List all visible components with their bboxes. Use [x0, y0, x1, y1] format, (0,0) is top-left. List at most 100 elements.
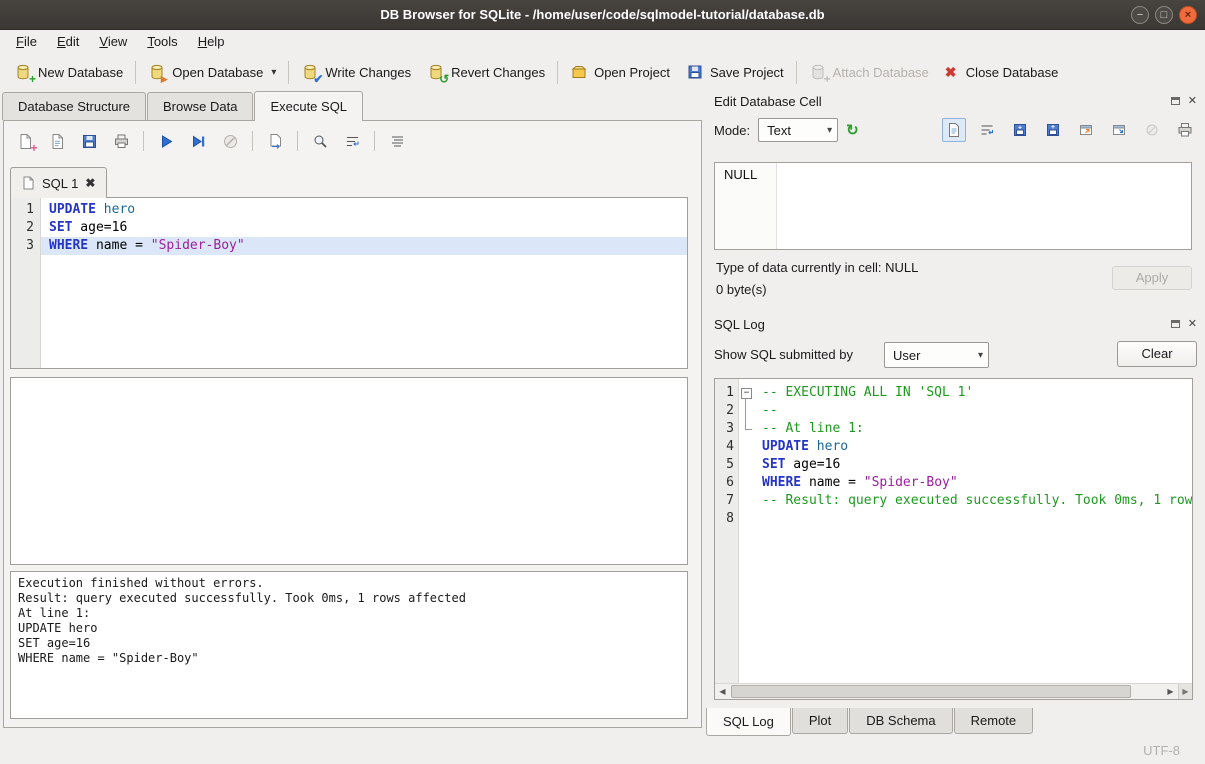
code-text: UPDATE hero — [754, 438, 1192, 456]
line-number: 1 — [11, 201, 41, 219]
save-project-label: Save Project — [710, 65, 784, 80]
sql-editor-tab[interactable]: SQL 1 ✖ — [10, 167, 107, 198]
tab-execute-sql[interactable]: Execute SQL — [254, 91, 363, 121]
write-changes-button[interactable]: ✔ Write Changes — [293, 58, 419, 86]
code-text: -- EXECUTING ALL IN 'SQL 1' — [754, 384, 1192, 402]
close-button[interactable]: × — [1179, 6, 1197, 24]
edit-cell-title: Edit Database Cell — [714, 94, 1171, 109]
find-button[interactable] — [307, 128, 333, 154]
execute-all-icon — [158, 133, 175, 150]
execute-current-line-button[interactable] — [185, 128, 211, 154]
code-line: 8 — [715, 510, 1192, 528]
fold-marker-icon[interactable] — [739, 384, 754, 402]
main-tab-bar: Database Structure Browse Data Execute S… — [2, 90, 364, 120]
open-database-button[interactable]: ► Open Database ▾ — [140, 58, 284, 86]
save-project-button[interactable]: Save Project — [678, 58, 792, 86]
toolbar-separator — [297, 131, 298, 151]
tab-remote[interactable]: Remote — [954, 708, 1034, 734]
mode-select[interactable]: Text ▾ — [758, 118, 838, 142]
stop-execution-button — [217, 128, 243, 154]
open-database-label: Open Database — [172, 65, 263, 80]
menu-file[interactable]: File — [6, 30, 47, 54]
edit-cell-toolbar-row: Mode: Text ▾ ↻ — [714, 117, 1197, 143]
open-project-label: Open Project — [594, 65, 670, 80]
code-line: 3-- At line 1: — [715, 420, 1192, 438]
statusbar: UTF-8 — [0, 736, 1205, 764]
code-line: 7-- Result: query executed successfully.… — [715, 492, 1192, 510]
toolbar-separator — [135, 61, 136, 84]
revert-changes-icon: ↺ — [427, 63, 445, 81]
line-number: 2 — [11, 219, 41, 237]
tab-plot[interactable]: Plot — [792, 708, 848, 734]
print-sql-button[interactable] — [108, 128, 134, 154]
code-text: -- At line 1: — [754, 420, 1192, 438]
save-sql-file-button[interactable] — [76, 128, 102, 154]
menu-help[interactable]: Help — [188, 30, 235, 54]
export-cell-button[interactable] — [1041, 118, 1065, 142]
tab-db-schema[interactable]: DB Schema — [849, 708, 952, 734]
import-cell-button[interactable] — [1008, 118, 1032, 142]
text-mode-button[interactable] — [942, 118, 966, 142]
tab-database-structure[interactable]: Database Structure — [2, 92, 146, 120]
clear-log-button[interactable]: Clear — [1117, 341, 1197, 367]
save-sql-file-icon — [81, 133, 98, 150]
export-results-button[interactable] — [262, 128, 288, 154]
close-dock-icon[interactable]: ✕ — [1188, 319, 1197, 329]
close-tab-icon[interactable]: ✖ — [85, 176, 95, 190]
minimize-button[interactable]: − — [1131, 6, 1149, 24]
float-dock-icon[interactable] — [1171, 320, 1180, 328]
fold-column — [739, 402, 754, 420]
printer-icon — [1177, 122, 1193, 138]
open-project-button[interactable]: Open Project — [562, 58, 678, 86]
format-sql-button[interactable] — [384, 128, 410, 154]
word-wrap-button[interactable] — [339, 128, 365, 154]
float-dock-icon[interactable] — [1171, 97, 1180, 105]
menu-view[interactable]: View — [89, 30, 137, 54]
code-text: -- — [754, 402, 1192, 420]
word-wrap-cell-button[interactable] — [975, 118, 999, 142]
print-cell-button[interactable] — [1173, 118, 1197, 142]
scroll-left-icon[interactable]: ◀ — [715, 684, 730, 699]
maximize-button[interactable]: □ — [1155, 6, 1173, 24]
close-database-button[interactable]: ✖ Close Database — [937, 58, 1067, 86]
new-sql-tab-button[interactable]: + — [12, 128, 38, 154]
submitted-by-select[interactable]: User ▾ — [884, 342, 989, 368]
revert-changes-button[interactable]: ↺ Revert Changes — [419, 58, 553, 86]
scroll-right-icon[interactable]: ▶ — [1163, 684, 1178, 699]
fold-column — [739, 474, 754, 492]
code-text: WHERE name = "Spider-Boy" — [754, 474, 1192, 492]
menu-edit[interactable]: Edit — [47, 30, 89, 54]
tab-sql-log[interactable]: SQL Log — [706, 708, 791, 736]
chevron-down-icon[interactable]: ▾ — [271, 67, 276, 78]
menu-tools[interactable]: Tools — [137, 30, 187, 54]
new-database-button[interactable]: + New Database — [6, 58, 131, 86]
results-grid[interactable] — [10, 377, 688, 565]
sql-editor[interactable]: 1UPDATE hero2SET age=163WHERE name = "Sp… — [10, 197, 688, 369]
auto-format-icon[interactable]: ↻ — [846, 121, 859, 139]
scrollbar-thumb[interactable] — [731, 685, 1131, 698]
code-line: 2SET age=16 — [11, 219, 687, 237]
close-dock-icon[interactable]: ✕ — [1188, 96, 1197, 106]
cell-type-info: Type of data currently in cell: NULL — [716, 260, 918, 275]
execute-all-button[interactable] — [153, 128, 179, 154]
sql-tab-bar: SQL 1 ✖ — [10, 167, 107, 197]
open-external-icon — [1078, 122, 1094, 138]
cell-value-editor[interactable]: NULL — [714, 162, 1192, 250]
toolbar-separator — [374, 131, 375, 151]
open-sql-file-button[interactable] — [44, 128, 70, 154]
toolbar-separator — [288, 61, 289, 84]
attach-database-button: + Attach Database — [801, 58, 937, 86]
revert-changes-label: Revert Changes — [451, 65, 545, 80]
horizontal-scrollbar[interactable]: ◀ ▶ ▶ — [715, 683, 1192, 699]
fold-column — [739, 438, 754, 456]
tab-browse-data[interactable]: Browse Data — [147, 92, 253, 120]
document-icon — [22, 176, 35, 190]
fold-column — [739, 492, 754, 510]
open-external-button[interactable] — [1074, 118, 1098, 142]
code-line: 4UPDATE hero — [715, 438, 1192, 456]
write-changes-label: Write Changes — [325, 65, 411, 80]
line-number: 1 — [715, 384, 739, 402]
sql-log-title: SQL Log — [714, 317, 1171, 332]
copy-cell-button[interactable] — [1107, 118, 1131, 142]
cell-size-info: 0 byte(s) — [716, 282, 767, 297]
